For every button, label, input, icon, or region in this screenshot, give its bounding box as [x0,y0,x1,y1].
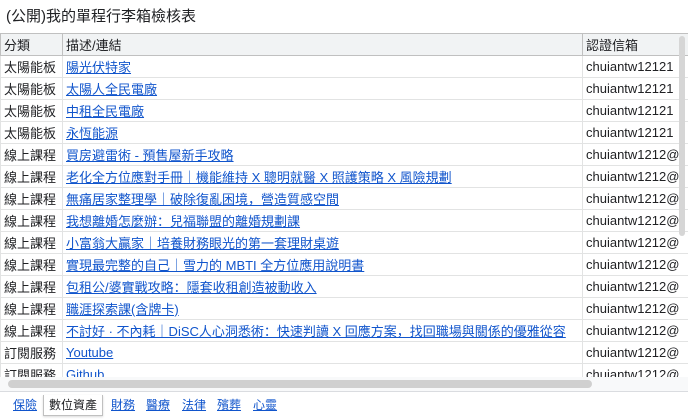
cell-certified-email[interactable]: chuiantw1212@ [583,232,688,254]
cell-category[interactable]: 訂閱服務 [1,364,63,378]
cell-description[interactable]: 陽光伏特家 [63,56,583,78]
cell-category[interactable]: 太陽能板 [1,78,63,100]
cell-certified-email[interactable]: chuiantw1212@ [583,342,688,364]
cell-certified-email[interactable]: chuiantw1212@ [583,166,688,188]
table-row: 線上課程包租公/婆實戰攻略：隱套收租創造被動收入 chuiantw1212@ [1,276,688,298]
description-link[interactable]: 小富翁大贏家｜培養財務眼光的第一套理財桌遊 [66,236,339,251]
sheet-tab[interactable]: 財務 [111,395,135,415]
cell-category[interactable]: 線上課程 [1,254,63,276]
cell-category[interactable]: 線上課程 [1,144,63,166]
cell-description[interactable]: 我想離婚怎麼辦：兒福聯盟的離婚規劃課 [63,210,583,232]
cell-category[interactable]: 線上課程 [1,188,63,210]
cell-category[interactable]: 太陽能板 [1,100,63,122]
cell-category[interactable]: 線上課程 [1,210,63,232]
description-link[interactable]: 職涯探索課(含牌卡) [66,302,179,317]
cell-category[interactable]: 線上課程 [1,166,63,188]
table-row: 線上課程買房避雷術 - 預售屋新手攻略 chuiantw1212@ [1,144,688,166]
table-row: 線上課程我想離婚怎麼辦：兒福聯盟的離婚規劃課 chuiantw1212@ [1,210,688,232]
spreadsheet-grid: 分類 描述/連結 認證信箱 太陽能板陽光伏特家chuiantw12121太陽能板… [0,33,688,377]
sheet-title: (公開)我的單程行李箱檢核表 [6,7,196,27]
cell-certified-email[interactable]: chuiantw1212@ [583,276,688,298]
header-certified-email[interactable]: 認證信箱 [583,34,688,56]
header-category[interactable]: 分類 [1,34,63,56]
vertical-scrollbar[interactable] [679,36,685,236]
cell-certified-email[interactable]: chuiantw12121 [583,100,688,122]
description-link[interactable]: 老化全方位應對手冊｜機能維持 X 聰明就醫 X 照護策略 X 風險規劃 [66,170,452,185]
cell-certified-email[interactable]: chuiantw1212@ [583,298,688,320]
cell-description[interactable]: 包租公/婆實戰攻略：隱套收租創造被動收入 [63,276,583,298]
description-link[interactable]: 太陽人全民電廠 [66,82,157,97]
header-description-link[interactable]: 描述/連結 [63,34,583,56]
table-row: 線上課程老化全方位應對手冊｜機能維持 X 聰明就醫 X 照護策略 X 風險規劃 c… [1,166,688,188]
cell-description[interactable]: 買房避雷術 - 預售屋新手攻略 [63,144,583,166]
cell-certified-email[interactable]: chuiantw12121 [583,78,688,100]
cell-description[interactable]: 實現最完整的自己｜雪力的 MBTI 全方位應用說明書 [63,254,583,276]
cell-description[interactable]: 老化全方位應對手冊｜機能維持 X 聰明就醫 X 照護策略 X 風險規劃 [63,166,583,188]
table-row: 太陽能板太陽人全民電廠 chuiantw12121 [1,78,688,100]
sheet-tab[interactable]: 法律 [182,395,206,415]
table-row: 線上課程小富翁大贏家｜培養財務眼光的第一套理財桌遊 chuiantw1212@ [1,232,688,254]
cell-description[interactable]: 無痛居家整理學｜破除復亂困境，營造質感空間 [63,188,583,210]
cell-description[interactable]: Youtube [63,342,583,364]
cell-description[interactable]: 職涯探索課(含牌卡) [63,298,583,320]
cell-category[interactable]: 線上課程 [1,232,63,254]
cell-certified-email[interactable]: chuiantw1212@ [583,364,688,378]
cell-certified-email[interactable]: chuiantw12121 [583,56,688,78]
cell-certified-email[interactable]: chuiantw1212@ [583,188,688,210]
header-row: 分類 描述/連結 認證信箱 [1,34,688,56]
cell-category[interactable]: 訂閱服務 [1,342,63,364]
sheet-tab[interactable]: 數位資產 [43,395,103,416]
cell-category[interactable]: 線上課程 [1,276,63,298]
description-link[interactable]: 陽光伏特家 [66,60,131,75]
data-table: 分類 描述/連結 認證信箱 太陽能板陽光伏特家chuiantw12121太陽能板… [0,33,688,377]
description-link[interactable]: 永恆能源 [66,126,118,141]
table-row: 太陽能板陽光伏特家 chuiantw12121 [1,56,688,78]
description-link[interactable]: 包租公/婆實戰攻略：隱套收租創造被動收入 [66,280,317,295]
description-link[interactable]: 實現最完整的自己｜雪力的 MBTI 全方位應用說明書 [66,258,364,273]
table-row: 訂閱服務Youtube chuiantw1212@ [1,342,688,364]
cell-certified-email[interactable]: chuiantw1212@ [583,210,688,232]
cell-certified-email[interactable]: chuiantw12121 [583,122,688,144]
cell-category[interactable]: 太陽能板 [1,122,63,144]
cell-category[interactable]: 太陽能板 [1,56,63,78]
cell-certified-email[interactable]: chuiantw1212@ [583,144,688,166]
table-row: 太陽能板永恆能源 chuiantw12121 [1,122,688,144]
table-row: 線上課程實現最完整的自己｜雪力的 MBTI 全方位應用說明書 chuiantw12… [1,254,688,276]
description-link[interactable]: 中租全民電廠 [66,104,144,119]
cell-certified-email[interactable]: chuiantw1212@ [583,254,688,276]
cell-description[interactable]: 小富翁大贏家｜培養財務眼光的第一套理財桌遊 [63,232,583,254]
description-link[interactable]: 我想離婚怎麼辦：兒福聯盟的離婚規劃課 [66,214,300,229]
cell-description[interactable]: 太陽人全民電廠 [63,78,583,100]
description-link[interactable]: 不討好 · 不內耗｜DiSC人心洞悉術：快速判讀 X 回應方案，找回職場與關係的… [66,324,566,339]
cell-description[interactable]: 永恆能源 [63,122,583,144]
description-link[interactable]: Youtube [66,345,113,360]
table-row: 線上課程不討好 · 不內耗｜DiSC人心洞悉術：快速判讀 X 回應方案，找回職場… [1,320,688,342]
table-row: 太陽能板中租全民電廠 chuiantw12121 [1,100,688,122]
sheet-tab[interactable]: 保險 [13,395,37,415]
cell-description[interactable]: Github [63,364,583,378]
cell-category[interactable]: 線上課程 [1,298,63,320]
sheet-tab-bar: 保險數位資產財務醫療法律殯葬心靈 [0,391,688,420]
horizontal-scrollbar[interactable] [8,380,592,388]
table-row: 線上課程無痛居家整理學｜破除復亂困境，營造質感空間 chuiantw1212@ [1,188,688,210]
description-link[interactable]: Github [66,367,104,377]
cell-description[interactable]: 不討好 · 不內耗｜DiSC人心洞悉術：快速判讀 X 回應方案，找回職場與關係的… [63,320,583,342]
cell-certified-email[interactable]: chuiantw1212@ [583,320,688,342]
table-row: 線上課程職涯探索課(含牌卡) chuiantw1212@ [1,298,688,320]
cell-category[interactable]: 線上課程 [1,320,63,342]
sheet-tab[interactable]: 心靈 [253,395,277,415]
sheet-tab[interactable]: 殯葬 [217,395,241,415]
description-link[interactable]: 無痛居家整理學｜破除復亂困境，營造質感空間 [66,192,339,207]
table-row: 訂閱服務Github chuiantw1212@ [1,364,688,378]
sheet-tab[interactable]: 醫療 [146,395,170,415]
cell-description[interactable]: 中租全民電廠 [63,100,583,122]
description-link[interactable]: 買房避雷術 - 預售屋新手攻略 [66,148,234,163]
